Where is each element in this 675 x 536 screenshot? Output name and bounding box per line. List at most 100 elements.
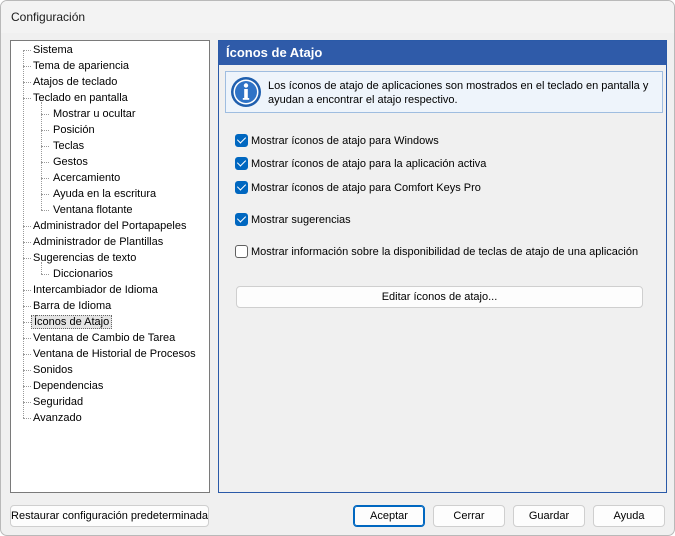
tree-item-ventana-de-historial-de-procesos[interactable]: Ventana de Historial de Procesos xyxy=(31,346,198,362)
title-bar[interactable]: Configuración xyxy=(1,1,674,33)
settings-panel: Íconos de Atajo Los íconos de atajo de a… xyxy=(218,40,667,493)
checkbox[interactable] xyxy=(235,244,248,258)
tree-item-teclas[interactable]: Teclas xyxy=(51,138,86,154)
info-icon xyxy=(231,77,261,107)
tree-item-iconos-de-atajo[interactable]: Íconos de Atajo xyxy=(31,314,113,330)
tree-connector xyxy=(41,162,49,163)
tree-item-label: Ayuda en la escritura xyxy=(53,188,157,200)
tree-item-label: Sistema xyxy=(33,44,73,56)
tree-item-label: Intercambiador de Idioma xyxy=(33,284,158,296)
tree-connector xyxy=(41,210,49,211)
option-show-suggestions[interactable]: Mostrar sugerencias xyxy=(235,212,351,229)
tree-connector xyxy=(23,290,31,291)
tree-item-mostrar-u-ocultar[interactable]: Mostrar u ocultar xyxy=(51,106,138,122)
tree-item-diccionarios[interactable]: Diccionarios xyxy=(51,266,115,282)
settings-window: Configuración Sistema Tema de apariencia A… xyxy=(0,0,675,536)
tree-connector xyxy=(23,322,31,323)
edit-shortcut-icons-button[interactable]: Editar íconos de atajo... xyxy=(236,286,643,308)
tree-item-label: Ventana de Cambio de Tarea xyxy=(33,332,176,344)
tree-item-label: Dependencias xyxy=(33,380,104,392)
settings-tree[interactable]: Sistema Tema de apariencia Atajos de tecla… xyxy=(10,40,210,493)
tree-connector xyxy=(23,386,31,387)
option-show-active-app-icons[interactable]: Mostrar íconos de atajo para la aplicaci… xyxy=(235,156,486,173)
tree-item-label: Avanzado xyxy=(33,412,82,424)
tree-connector xyxy=(23,338,31,339)
tree-item-label: Sonidos xyxy=(33,364,73,376)
tree-connector xyxy=(23,82,31,83)
tree-item-ventana-flotante[interactable]: Ventana flotante xyxy=(51,202,135,218)
option-show-windows-icons[interactable]: Mostrar íconos de atajo para Windows xyxy=(235,133,439,150)
tree-connector xyxy=(41,114,49,115)
tree-item-atajos-de-teclado[interactable]: Atajos de teclado xyxy=(31,74,119,90)
tree-item-label: Acercamiento xyxy=(53,172,121,184)
tree-item-label: Administrador del Portapapeles xyxy=(33,220,187,232)
tree-connector xyxy=(23,50,24,418)
tree-item-label: Sugerencias de texto xyxy=(33,252,137,264)
tree-item-teclado-en-pantalla[interactable]: Teclado en pantalla xyxy=(31,90,130,106)
option-label: Mostrar sugerencias xyxy=(251,214,351,226)
checkbox[interactable] xyxy=(235,133,248,147)
tree-item-label: Teclado en pantalla xyxy=(33,92,128,104)
tree-connector xyxy=(23,354,31,355)
window-title: Configuración xyxy=(11,10,86,24)
tree-item-label: Diccionarios xyxy=(53,268,113,280)
tree-item-label: Ventana de Historial de Procesos xyxy=(33,348,196,360)
tree-item-label: Teclas xyxy=(53,140,85,152)
restore-defaults-button[interactable]: Restaurar configuración predeterminada xyxy=(10,505,209,527)
close-button[interactable]: Cerrar xyxy=(433,505,505,527)
tree-connector xyxy=(23,258,31,259)
tree-item-sistema[interactable]: Sistema xyxy=(31,42,75,58)
info-box: Los íconos de atajo de aplicaciones son … xyxy=(225,71,663,113)
option-label: Mostrar íconos de atajo para Windows xyxy=(251,135,439,147)
tree-item-tema-de-apariencia[interactable]: Tema de apariencia xyxy=(31,58,131,74)
tree-item-administrador-del-portapapeles[interactable]: Administrador del Portapapeles xyxy=(31,218,188,234)
tree-connector xyxy=(23,370,31,371)
tree-item-label: Posición xyxy=(53,124,95,136)
save-button[interactable]: Guardar xyxy=(513,505,585,527)
option-show-availability-info[interactable]: Mostrar información sobre la disponibili… xyxy=(235,244,639,261)
tree-item-intercambiador-de-idioma[interactable]: Intercambiador de Idioma xyxy=(31,282,160,298)
accept-button[interactable]: Aceptar xyxy=(353,505,425,527)
tree-item-barra-de-idioma[interactable]: Barra de Idioma xyxy=(31,298,113,314)
tree-connector xyxy=(41,130,49,131)
tree-item-label: Seguridad xyxy=(33,396,84,408)
tree-item-label: Barra de Idioma xyxy=(33,300,112,312)
tree-connector xyxy=(41,194,49,195)
checkbox[interactable] xyxy=(235,180,248,194)
checkbox[interactable] xyxy=(235,212,248,226)
option-label: Mostrar íconos de atajo para Comfort Key… xyxy=(251,182,481,194)
tree-connector xyxy=(23,226,31,227)
tree-connector xyxy=(23,306,31,307)
tree-item-ventana-de-cambio-de-tarea[interactable]: Ventana de Cambio de Tarea xyxy=(31,330,177,346)
tree-connector xyxy=(41,146,49,147)
tree-connector xyxy=(41,178,49,179)
tree-item-acercamiento[interactable]: Acercamiento xyxy=(51,170,122,186)
tree-item-administrador-de-plantillas[interactable]: Administrador de Plantillas xyxy=(31,234,165,250)
option-label: Mostrar información sobre la disponibili… xyxy=(251,246,639,258)
tree-item-gestos[interactable]: Gestos xyxy=(51,154,90,170)
tree-item-dependencias[interactable]: Dependencias xyxy=(31,378,105,394)
tree-item-seguridad[interactable]: Seguridad xyxy=(31,394,85,410)
tree-item-sonidos[interactable]: Sonidos xyxy=(31,362,75,378)
tree-item-label: Administrador de Plantillas xyxy=(33,236,164,248)
tree-item-sugerencias-de-texto[interactable]: Sugerencias de texto xyxy=(31,250,138,266)
tree-item-label: Mostrar u ocultar xyxy=(53,108,136,120)
tree-connector xyxy=(23,98,31,99)
tree-connector xyxy=(23,50,31,51)
tree-item-label: Gestos xyxy=(53,156,88,168)
tree-item-label: Tema de apariencia xyxy=(33,60,130,72)
tree-connector xyxy=(23,242,31,243)
tree-connector xyxy=(23,402,31,403)
option-show-comfort-keys-icons[interactable]: Mostrar íconos de atajo para Comfort Key… xyxy=(235,180,481,197)
tree-item-posicion[interactable]: Posición xyxy=(51,122,97,138)
help-button[interactable]: Ayuda xyxy=(593,505,665,527)
tree-item-ayuda-en-la-escritura[interactable]: Ayuda en la escritura xyxy=(51,186,158,202)
info-text: Los íconos de atajo de aplicaciones son … xyxy=(268,80,649,106)
tree-item-label: Ventana flotante xyxy=(53,204,133,216)
tree-connector xyxy=(23,418,31,419)
tree-item-label: Íconos de Atajo xyxy=(31,315,113,329)
tree-connector xyxy=(41,274,49,275)
checkbox[interactable] xyxy=(235,156,248,170)
tree-connector xyxy=(23,66,31,67)
tree-item-avanzado[interactable]: Avanzado xyxy=(31,410,84,426)
